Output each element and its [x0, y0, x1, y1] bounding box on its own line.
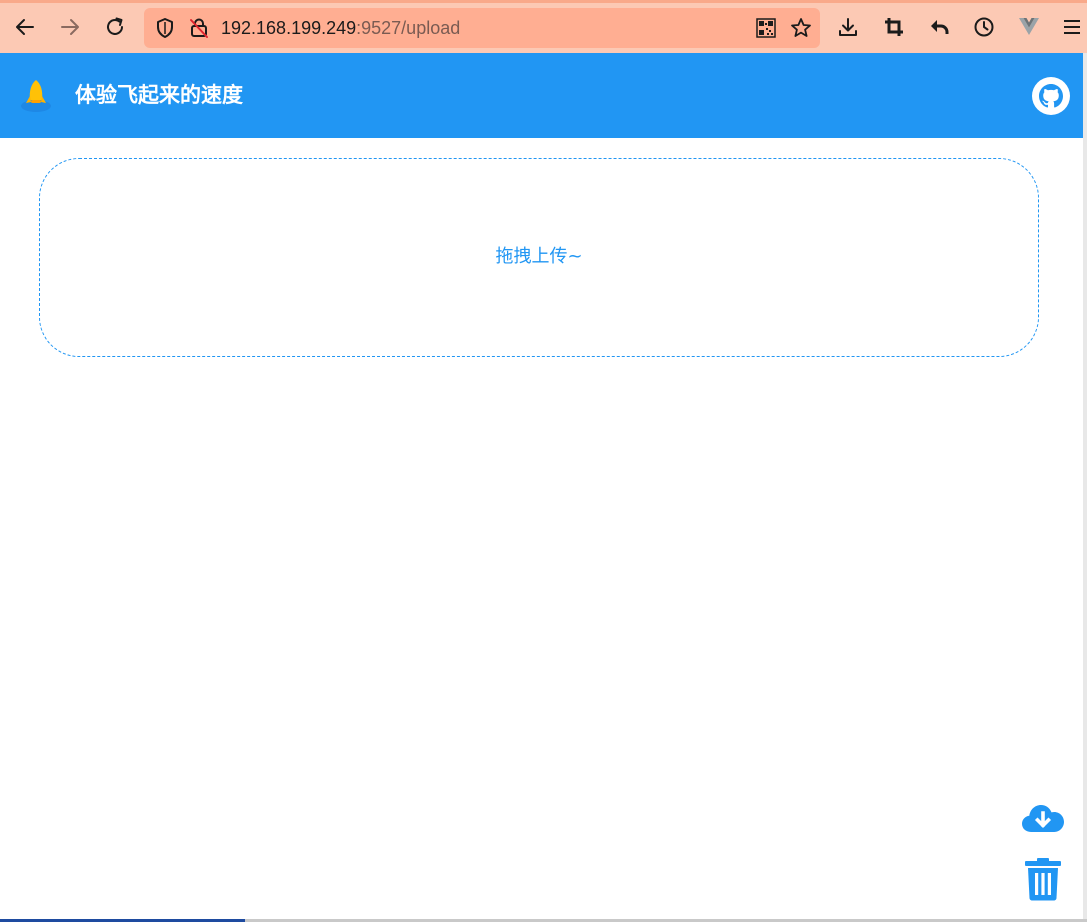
upload-dropzone[interactable]: 拖拽上传~: [39, 158, 1039, 357]
trash-icon[interactable]: [1024, 857, 1062, 901]
url-bar[interactable]: 192.168.199.249:9527/upload: [144, 8, 820, 48]
reload-button[interactable]: [98, 10, 132, 44]
qr-code-button[interactable]: [749, 11, 783, 45]
app-header: 体验飞起来的速度: [0, 53, 1087, 138]
url-path: :9527/upload: [356, 18, 461, 38]
reload-icon: [107, 17, 123, 35]
tracking-protection-button[interactable]: [148, 11, 182, 45]
lock-insecure-icon: [190, 18, 208, 38]
upload-hint: 拖拽上传~: [495, 245, 583, 267]
url-host: 192.168.199.249: [221, 18, 357, 38]
browser-toolbar: 192.168.199.249:9527/upload: [0, 0, 1087, 53]
clock-icon: [974, 17, 994, 37]
site-security-button[interactable]: [182, 11, 216, 45]
vue-devtools-button[interactable]: [1012, 10, 1046, 44]
arrow-left-icon: [16, 19, 34, 35]
menu-button[interactable]: [1057, 10, 1087, 44]
crop-icon: [885, 18, 903, 36]
cloud-download-icon[interactable]: [1021, 800, 1065, 834]
forward-button[interactable]: [53, 10, 87, 44]
page-scrollbar-edge[interactable]: [1083, 53, 1087, 922]
screenshot-button[interactable]: [877, 10, 911, 44]
undo-icon: [931, 20, 949, 34]
shield-icon: [157, 18, 173, 38]
star-icon: [791, 18, 811, 37]
download-icon: [839, 18, 857, 36]
qr-code-icon: [756, 18, 776, 38]
rocket-logo-icon: [21, 80, 51, 112]
url-text[interactable]: 192.168.199.249:9527/upload: [221, 18, 460, 38]
back-button[interactable]: [8, 10, 42, 44]
downloads-button[interactable]: [831, 10, 865, 44]
app-title: 体验飞起来的速度: [75, 83, 243, 107]
github-icon[interactable]: [1031, 76, 1071, 116]
history-button[interactable]: [967, 10, 1001, 44]
vue-devtools-icon: [1019, 18, 1039, 35]
bookmark-button[interactable]: [784, 11, 818, 45]
arrow-right-icon: [61, 19, 79, 35]
hamburger-menu-icon: [1064, 20, 1080, 34]
undo-button[interactable]: [922, 10, 956, 44]
